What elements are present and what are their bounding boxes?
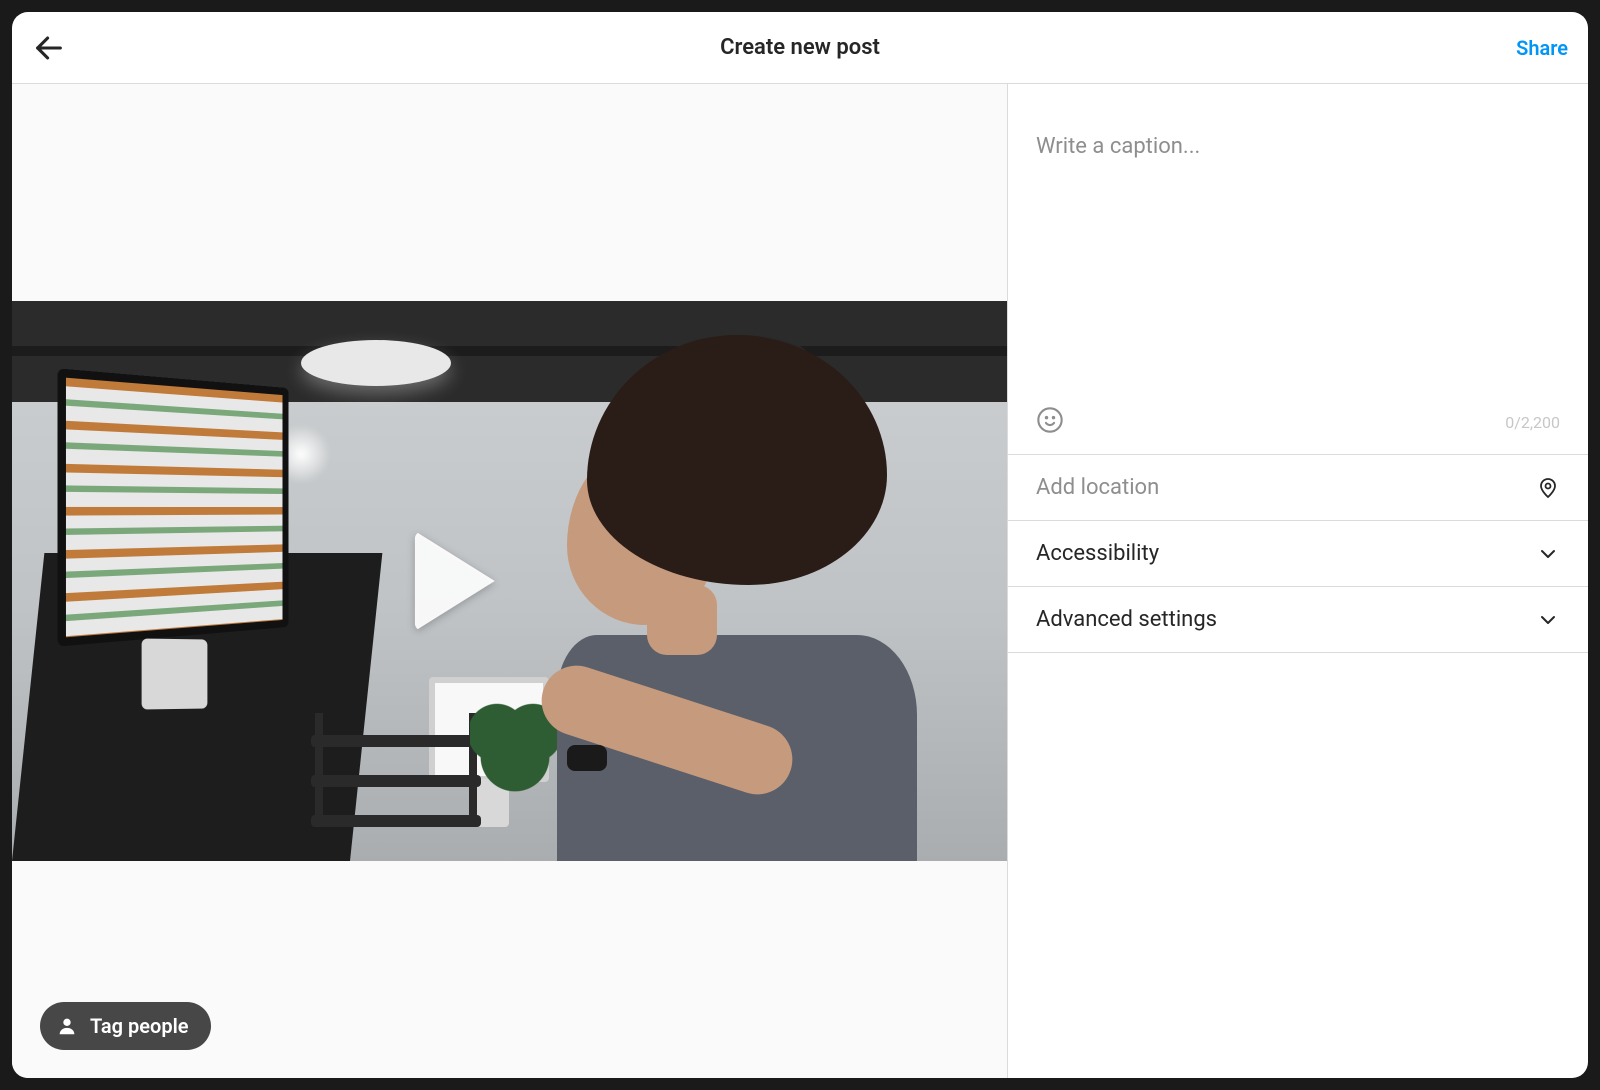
caption-input[interactable] xyxy=(1036,134,1560,394)
caption-area xyxy=(1008,124,1588,398)
add-location-label: Add location xyxy=(1036,475,1159,500)
compose-panel: 0/2,200 Add location Accessibility Advan… xyxy=(1008,84,1588,1078)
media-preview: Tag people xyxy=(12,84,1008,1078)
chevron-down-icon xyxy=(1536,608,1560,632)
add-location-row[interactable]: Add location xyxy=(1008,454,1588,520)
modal-title: Create new post xyxy=(720,35,880,60)
modal-content: Tag people 0/2,200 Add xyxy=(12,84,1588,1078)
caption-footer: 0/2,200 xyxy=(1008,398,1588,454)
tag-people-label: Tag people xyxy=(90,1014,189,1038)
smiley-icon xyxy=(1036,406,1064,434)
create-post-modal: Create new post Share xyxy=(12,12,1588,1078)
video-thumbnail xyxy=(12,301,1007,861)
location-pin-icon xyxy=(1536,476,1560,500)
play-icon xyxy=(414,531,494,631)
back-button[interactable] xyxy=(32,31,66,65)
arrow-left-icon xyxy=(32,31,66,65)
chevron-down-icon xyxy=(1536,542,1560,566)
modal-header: Create new post Share xyxy=(12,12,1588,84)
person-icon xyxy=(56,1015,78,1037)
play-button[interactable] xyxy=(394,521,514,641)
accessibility-row[interactable]: Accessibility xyxy=(1008,520,1588,586)
share-button[interactable]: Share xyxy=(1516,36,1568,60)
accessibility-label: Accessibility xyxy=(1036,541,1159,566)
character-counter: 0/2,200 xyxy=(1505,413,1560,432)
emoji-picker-button[interactable] xyxy=(1036,406,1064,438)
advanced-settings-label: Advanced settings xyxy=(1036,607,1217,632)
tag-people-button[interactable]: Tag people xyxy=(40,1002,211,1050)
advanced-settings-row[interactable]: Advanced settings xyxy=(1008,586,1588,653)
